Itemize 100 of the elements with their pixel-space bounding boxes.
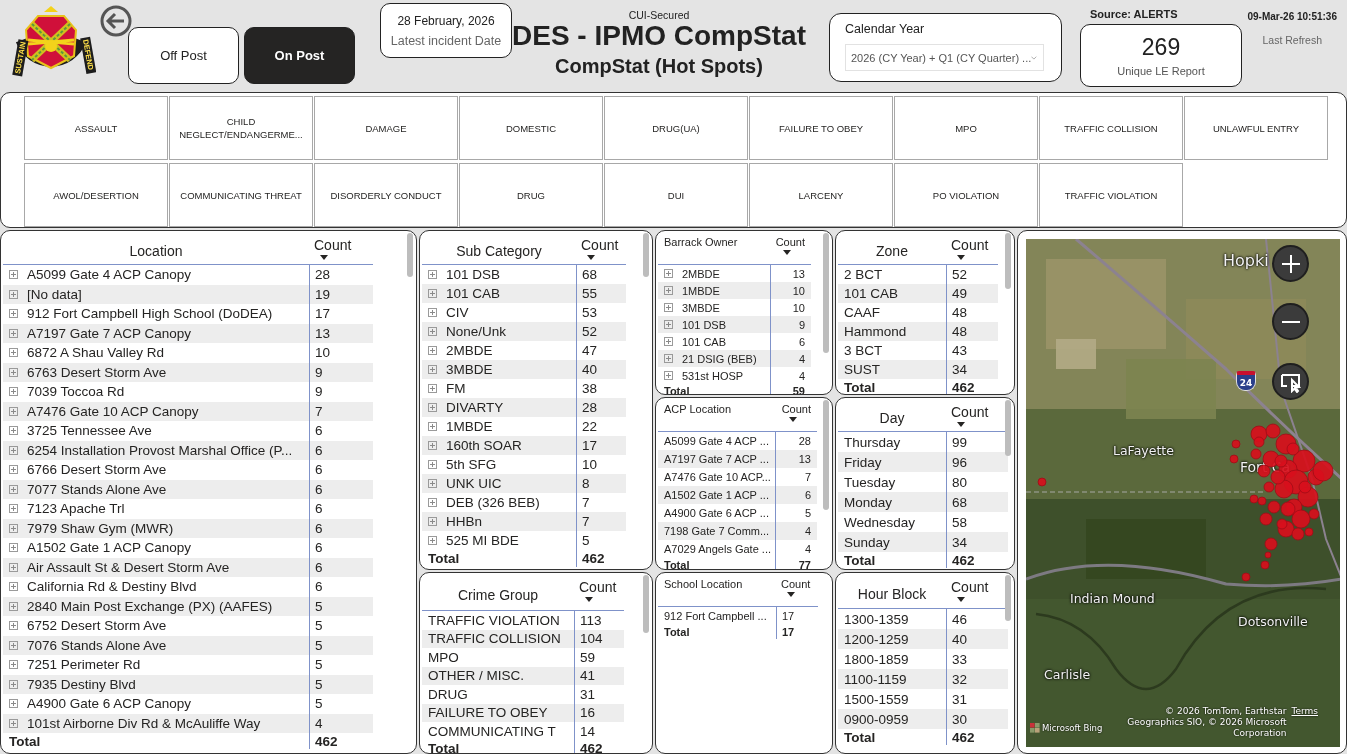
expand-icon[interactable] [9,543,18,553]
expand-icon[interactable] [9,367,18,377]
place-label: Carlisle [1044,667,1091,682]
table-cell: 53 [582,305,598,320]
expand-icon[interactable] [9,582,18,592]
dashboard-subtitle: CompStat (Hot Spots) [555,54,763,79]
expand-icon[interactable] [428,346,437,355]
category-button[interactable]: ASSAULT [24,96,168,160]
category-button[interactable]: DOMESTIC [459,96,603,160]
expand-icon[interactable] [9,523,18,533]
column-header[interactable]: Hour Block [857,585,927,602]
category-button[interactable]: FAILURE TO OBEY [749,96,893,160]
expand-icon[interactable] [428,536,437,545]
expand-icon[interactable] [9,601,18,611]
column-header[interactable]: Count [781,403,811,415]
category-button[interactable]: UNLAWFUL ENTRY [1184,96,1328,160]
column-header[interactable]: Location [129,242,183,259]
expand-icon[interactable] [9,640,18,650]
expand-icon[interactable] [9,387,18,397]
expand-icon[interactable] [664,371,673,380]
table-cell: California Rd & Destiny Blvd [27,579,197,595]
expand-icon[interactable] [9,504,18,514]
category-button[interactable]: TRAFFIC VIOLATION [1039,163,1183,227]
expand-icon[interactable] [428,289,437,298]
category-button[interactable]: TRAFFIC COLLISION [1039,96,1183,160]
expand-icon[interactable] [428,479,437,488]
table-cell: CIV [446,305,469,320]
category-button[interactable]: CHILD NEGLECT/ENDANGERME... [169,96,313,160]
column-header[interactable]: Count [781,578,811,590]
expand-icon[interactable] [9,718,18,728]
column-header[interactable]: Count [951,579,989,595]
expand-icon[interactable] [428,517,437,526]
table-cell: 80 [952,474,968,490]
expand-icon[interactable] [428,460,437,469]
expand-icon[interactable] [9,445,18,455]
column-header[interactable]: Count [951,404,989,420]
table-cell: 34 [952,362,968,377]
expand-icon[interactable] [9,406,18,416]
expand-icon[interactable] [9,562,18,572]
category-button[interactable]: COMMUNICATING THREAT [169,163,313,227]
kpi-value: 269 [1141,34,1181,61]
table-cell: 9 [798,318,805,331]
expand-icon[interactable] [664,320,673,329]
expand-icon[interactable] [428,441,437,450]
expand-icon[interactable] [9,484,18,494]
column-header[interactable]: ACP Location [664,403,732,415]
expand-icon[interactable] [428,403,437,412]
column-header[interactable]: Sub Category [456,242,542,259]
expand-icon[interactable] [664,269,673,278]
calendar-year-dropdown[interactable]: 2026 (CY Year) + Q1 (CY Quarter) ... [845,44,1044,71]
refresh-label: Last Refresh [1262,34,1322,46]
category-button[interactable]: PO VIOLATION [894,163,1038,227]
expand-icon[interactable] [664,354,673,363]
column-header[interactable]: Count [775,236,805,248]
column-header[interactable]: Count [951,237,989,253]
column-header[interactable]: Count [579,579,617,595]
table-cell: 31 [952,691,968,707]
column-header[interactable]: Day [879,409,905,426]
table-cell: 17 [315,306,331,322]
category-button[interactable]: DUI [604,163,748,227]
expand-icon[interactable] [9,699,18,709]
expand-icon[interactable] [9,270,18,280]
expand-icon[interactable] [9,465,18,475]
expand-icon[interactable] [664,303,673,312]
expand-icon[interactable] [9,426,18,436]
category-button[interactable]: DAMAGE [314,96,458,160]
expand-icon[interactable] [428,327,437,336]
expand-icon[interactable] [428,308,437,317]
expand-icon[interactable] [664,286,673,295]
expand-icon[interactable] [9,348,18,358]
expand-icon[interactable] [428,384,437,393]
column-header[interactable]: Count [314,237,352,253]
column-header[interactable]: Count [581,237,619,253]
category-button[interactable]: AWOL/DESERTION [24,163,168,227]
expand-icon[interactable] [664,337,673,346]
category-button[interactable]: MPO [894,96,1038,160]
post-filter-button[interactable]: Off Post [128,27,239,84]
category-button[interactable]: DRUG [459,163,603,227]
total-value: 462 [952,379,975,394]
column-header[interactable]: Barrack Owner [664,236,738,248]
post-filter-button[interactable]: On Post [244,27,355,84]
expand-icon[interactable] [9,621,18,631]
column-header[interactable]: Crime Group [457,586,539,603]
expand-icon[interactable] [9,309,18,319]
expand-icon[interactable] [428,422,437,431]
total-value: 462 [952,552,975,568]
category-button[interactable]: DRUG(UA) [604,96,748,160]
back-icon[interactable] [100,5,132,37]
column-header[interactable]: School Location [664,578,743,590]
terms-link[interactable]: Terms [1291,706,1318,717]
category-button[interactable]: LARCENY [749,163,893,227]
expand-icon[interactable] [9,679,18,689]
expand-icon[interactable] [428,270,437,279]
expand-icon[interactable] [9,289,18,299]
category-button[interactable]: DISORDERLY CONDUCT [314,163,458,227]
expand-icon[interactable] [428,498,437,507]
expand-icon[interactable] [9,328,18,338]
expand-icon[interactable] [428,365,437,374]
column-header[interactable]: Zone [876,242,908,259]
expand-icon[interactable] [9,660,18,670]
